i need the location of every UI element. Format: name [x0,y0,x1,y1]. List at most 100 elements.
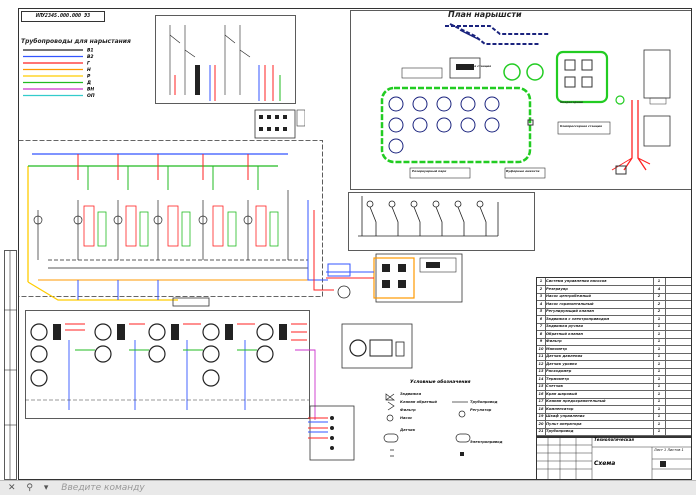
pump-detail [341,323,413,369]
row-name: Регулирующий клапан [546,309,594,313]
relay-circuit [348,192,535,251]
row-number: 2 [539,286,543,291]
table-row: 21 Трубопровод 1 [537,428,691,437]
plan-note-2: Компрессорная станция [560,124,602,128]
plan-note-3: Резервуарный парк [412,169,447,173]
row-name: Задвижка с электроприводом [546,316,610,321]
legend-code: ВН [87,87,94,93]
row-name: Шкаф управления [546,414,585,418]
row-name: Насос центробежный [546,294,591,298]
row-name: Компенсатор [546,406,574,411]
legend-code: В1 [87,48,94,54]
title-block-grid [536,437,692,480]
row-qty: 1 [657,354,661,358]
legend-title: Трубопроводы для нарыстания [21,38,131,45]
motor-group [25,310,316,420]
row-name: Датчик уровня [546,361,577,366]
row-number: 3 [539,294,543,298]
terminal-block [308,405,355,461]
row-number: 9 [539,339,543,343]
symbols-title: Условные обозначения [410,380,471,385]
close-icon[interactable]: ✕ [8,481,16,495]
row-name: Датчик давления [546,354,583,358]
plan-note-5: Операторная [560,100,583,104]
control-module [326,253,463,303]
row-number: 15 [538,384,544,388]
row-qty: 4 [657,286,661,291]
row-number: 20 [538,421,544,426]
row-name: Клапан предохранительный [546,399,606,403]
spec-table: 1 Система управления насосов 1 2 Резервуар 4 3… [536,277,692,437]
row-number: 7 [539,324,543,328]
legend-code: В2 [87,54,94,60]
row-qty: 1 [657,369,661,373]
row-number: 8 [539,331,543,336]
row-name: Термометр [546,376,569,381]
row-qty: 1 [657,429,661,433]
row-number: 10 [538,346,544,351]
row-qty: 1 [657,384,661,388]
title-block-name: Схема [594,460,616,467]
left-margin-strip [4,250,17,480]
row-name: Система управления насосов [546,279,607,283]
main-circuit-schematic [18,140,334,307]
row-number: 12 [538,361,544,366]
row-name: Пульт оператора [546,421,582,426]
row-name: Насос горизонтальный [546,301,594,306]
switchgear-panel [155,15,305,139]
row-qty: 1 [657,346,661,351]
row-number: 18 [538,406,544,411]
row-number: 6 [539,316,543,321]
row-name: Расходомер [546,369,572,373]
chevron-down-icon[interactable]: ▾ [44,481,49,495]
row-name: Манометр [546,346,567,351]
row-name: Счетчик [546,384,564,388]
row-name: Задвижка ручная [546,324,583,328]
search-icon[interactable]: ⚲ [26,481,33,495]
row-qty: 1 [657,406,661,411]
row-qty: 2 [657,309,661,313]
row-name: Трубопровод [546,429,574,433]
site-plan [350,10,692,190]
drawing-stamp: ИПУ2345.000.000 Э3 [21,11,105,22]
row-qty: 1 [657,361,661,366]
row-name: Кран шаровый [546,391,577,396]
row-number: 4 [539,301,543,306]
row-qty: 1 [657,316,661,321]
row-number: 16 [538,391,544,396]
legend-code: Д [86,80,91,86]
row-name: Резервуар [546,286,568,291]
row-number: 11 [538,354,544,358]
plan-note-1: Насосная станция [460,64,492,68]
symbols-glyphs [383,393,471,457]
plan-note-4: Буферные емкости [506,169,540,173]
legend-code: Р [87,74,91,80]
row-qty: 1 [657,279,661,283]
row-number: 1 [539,279,543,283]
legend-code: Г [87,61,91,67]
title-block-subtitle: Технологическая [594,437,634,442]
row-qty: 1 [657,324,661,328]
row-name: Фильтр [546,339,562,343]
row-number: 21 [538,429,544,433]
row-qty: 1 [657,376,661,381]
row-number: 14 [538,376,544,381]
row-number: 13 [538,369,544,373]
row-qty: 1 [657,421,661,426]
row-qty: 1 [657,331,661,336]
legend-lines: В1В2ГНРДВНОП [23,48,95,99]
row-number: 17 [538,399,544,403]
row-number: 5 [539,309,543,313]
command-input[interactable]: Введите команду [61,481,144,495]
title-block-sheet: Лист 1 Листов 1 [654,448,684,452]
legend-code: ОП [87,93,95,99]
row-qty: 1 [657,339,661,343]
legend-code: Н [87,67,91,73]
row-qty: 1 [657,414,661,418]
row-name: Обратный клапан [546,331,584,336]
row-qty: 1 [657,391,661,396]
row-qty: 2 [657,294,661,298]
command-line[interactable]: ✕ ⚲ ▾ Введите команду [0,480,696,495]
row-qty: 1 [657,399,661,403]
row-number: 19 [538,414,544,418]
